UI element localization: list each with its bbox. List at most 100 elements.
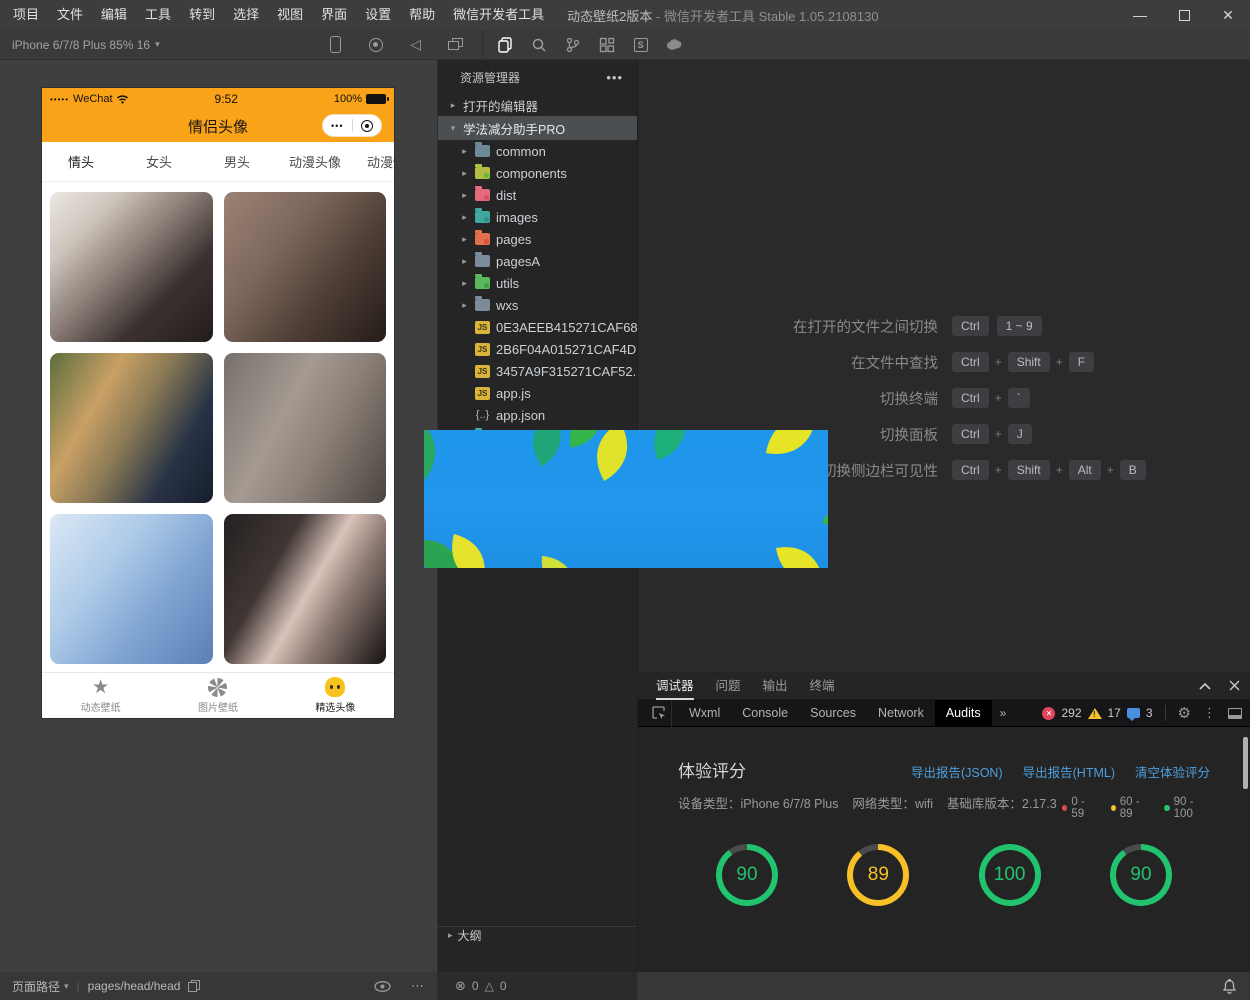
avatar-photo[interactable] xyxy=(50,514,213,664)
tab-wxml[interactable]: Wxml xyxy=(678,700,731,727)
bell-icon[interactable] xyxy=(1223,979,1236,994)
dock-icon[interactable] xyxy=(1228,708,1242,719)
avatar-photo[interactable] xyxy=(50,353,213,503)
warning-count[interactable]: 17 xyxy=(1108,706,1121,720)
file-item[interactable]: {..}app.json xyxy=(438,404,637,426)
git-branch-icon[interactable] xyxy=(557,30,589,60)
tab-output[interactable]: 输出 xyxy=(763,672,788,700)
mute-icon[interactable]: ◁ xyxy=(400,30,432,60)
tab-sources[interactable]: Sources xyxy=(799,700,867,727)
tab-network[interactable]: Network xyxy=(867,700,935,727)
tabbar-featured-avatar[interactable]: 精选头像 xyxy=(277,677,394,714)
avatar-photo[interactable] xyxy=(224,353,387,503)
explorer-more-icon[interactable]: ••• xyxy=(606,70,623,85)
copy-icon[interactable] xyxy=(188,980,200,992)
score-gauge[interactable]: 100 xyxy=(979,844,1041,906)
menu-select[interactable]: 选择 xyxy=(224,0,268,30)
folder-utils[interactable]: ▸utils xyxy=(438,272,637,294)
file-item[interactable]: JS3457A9F315271CAF52... xyxy=(438,360,637,382)
score-gauge[interactable]: 90 xyxy=(1110,844,1172,906)
more-icon[interactable]: ••• xyxy=(323,121,352,131)
score-gauge[interactable]: 89 xyxy=(847,844,909,906)
menu-tools[interactable]: 工具 xyxy=(136,0,180,30)
cloud-icon[interactable] xyxy=(659,30,691,60)
extensions-icon[interactable] xyxy=(591,30,623,60)
more-tabs-icon[interactable]: » xyxy=(992,706,1015,720)
problems-summary[interactable]: ⊗ 0 △ 0 xyxy=(437,972,637,1000)
phone-status-bar: ••••• WeChat 9:52 100% xyxy=(42,88,394,110)
score-gauge[interactable]: 90 xyxy=(716,844,778,906)
tab-anime[interactable]: 动漫头像 xyxy=(276,152,354,171)
phone-mode-icon[interactable] xyxy=(320,30,352,60)
avatar-photo[interactable] xyxy=(50,192,213,342)
inspect-icon[interactable] xyxy=(646,700,672,727)
avatar-photo[interactable] xyxy=(224,192,387,342)
collapse-icon[interactable] xyxy=(1199,682,1211,690)
close-button[interactable]: ✕ xyxy=(1206,0,1250,30)
menu-goto[interactable]: 转到 xyxy=(180,0,224,30)
tab-debugger[interactable]: 调试器 xyxy=(656,672,694,700)
file-item[interactable]: JSapp.js xyxy=(438,382,637,404)
menu-settings[interactable]: 设置 xyxy=(356,0,400,30)
message-count[interactable]: 3 xyxy=(1146,706,1153,720)
folder-components[interactable]: ▸components xyxy=(438,162,637,184)
close-icon[interactable] xyxy=(1229,680,1240,691)
tab-male[interactable]: 男头 xyxy=(198,152,276,171)
folder-pages[interactable]: ▸pages xyxy=(438,228,637,250)
export-html-link[interactable]: 导出报告(HTML) xyxy=(1023,762,1115,781)
open-editors-section[interactable]: ▸ 打开的编辑器 xyxy=(438,94,637,116)
tabbar-image-wallpaper[interactable]: 图片壁纸 xyxy=(159,678,276,714)
folder-images[interactable]: ▸images xyxy=(438,206,637,228)
files-icon[interactable] xyxy=(489,30,521,60)
folder-dist[interactable]: ▸dist xyxy=(438,184,637,206)
json-file-icon: {..} xyxy=(475,409,490,421)
error-count[interactable]: 292 xyxy=(1061,706,1081,720)
tab-female[interactable]: 女头 xyxy=(120,152,198,171)
tab-console[interactable]: Console xyxy=(731,700,799,727)
folder-icon xyxy=(475,167,490,179)
exit-icon[interactable] xyxy=(353,120,382,132)
menu-edit[interactable]: 编辑 xyxy=(92,0,136,30)
folder-pagesA[interactable]: ▸pagesA xyxy=(438,250,637,272)
folder-wxs[interactable]: ▸wxs xyxy=(438,294,637,316)
menu-file[interactable]: 文件 xyxy=(48,0,92,30)
menu-project[interactable]: 项目 xyxy=(4,0,48,30)
tab-audits[interactable]: Audits xyxy=(935,700,992,727)
js-file-icon: JS xyxy=(475,387,490,400)
gear-icon[interactable]: ⚙ xyxy=(1178,704,1191,722)
search-icon[interactable] xyxy=(523,30,555,60)
legend-dot-yellow xyxy=(1111,805,1116,811)
js-file-icon: JS xyxy=(475,365,490,378)
device-selector[interactable]: iPhone 6/7/8 Plus 85% 16▾ xyxy=(12,38,160,52)
maximize-button[interactable] xyxy=(1162,0,1206,30)
menu-view[interactable]: 视图 xyxy=(268,0,312,30)
toolbar: iPhone 6/7/8 Plus 85% 16▾ ◁ S xyxy=(0,30,1250,60)
tabbar-live-wallpaper[interactable]: ★ 动态壁纸 xyxy=(42,678,159,714)
menu-help[interactable]: 帮助 xyxy=(400,0,444,30)
clear-score-link[interactable]: 清空体验评分 xyxy=(1135,762,1210,781)
multi-window-icon[interactable] xyxy=(440,30,472,60)
minimize-button[interactable]: — xyxy=(1118,0,1162,30)
tab-terminal[interactable]: 终端 xyxy=(810,672,835,700)
capsule-menu[interactable]: ••• xyxy=(322,114,382,137)
kebab-menu-icon[interactable]: ⋮ xyxy=(1197,705,1222,721)
ellipsis-icon[interactable]: ⋯ xyxy=(411,978,425,994)
menu-interface[interactable]: 界面 xyxy=(312,0,356,30)
scrollbar[interactable] xyxy=(1243,737,1248,789)
file-item[interactable]: JS0E3AEEB415271CAF68... xyxy=(438,316,637,338)
project-root[interactable]: ▾ 学法减分助手PRO xyxy=(438,116,637,140)
page-path-selector[interactable]: 页面路径 xyxy=(12,978,60,995)
file-item[interactable]: JS2B6F04A015271CAF4D... xyxy=(438,338,637,360)
record-icon[interactable] xyxy=(360,30,392,60)
clock-label: 9:52 xyxy=(119,92,334,106)
menu-devtools[interactable]: 微信开发者工具 xyxy=(444,0,553,30)
outline-section[interactable]: ▸ 大纲 xyxy=(438,926,638,944)
storage-icon[interactable]: S xyxy=(625,30,657,60)
tab-couple[interactable]: 情头 xyxy=(42,152,120,171)
eye-icon[interactable] xyxy=(374,981,391,992)
avatar-photo[interactable] xyxy=(224,514,387,664)
tab-anime-couple[interactable]: 动漫情侣 xyxy=(354,152,394,171)
export-json-link[interactable]: 导出报告(JSON) xyxy=(911,762,1003,781)
tab-problems[interactable]: 问题 xyxy=(716,672,741,700)
folder-common[interactable]: ▸common xyxy=(438,140,637,162)
